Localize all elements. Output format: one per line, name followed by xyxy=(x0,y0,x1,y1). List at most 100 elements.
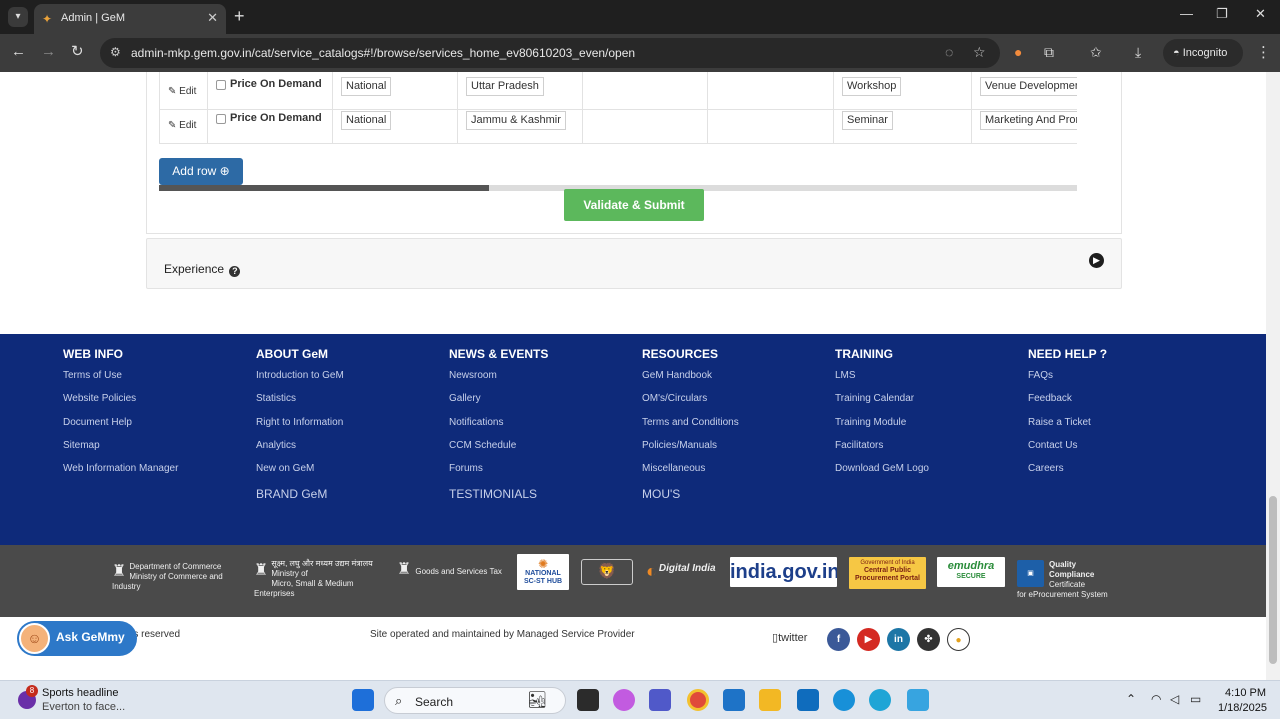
youtube-icon[interactable]: ▶ xyxy=(857,628,880,651)
footer-link[interactable]: Gallery xyxy=(449,390,639,413)
koo-icon[interactable]: ● xyxy=(947,628,970,651)
url-text[interactable]: admin-mkp.gem.gov.in/cat/service_catalog… xyxy=(131,46,635,60)
validate-submit-button[interactable]: Validate & Submit xyxy=(564,189,704,221)
state-field[interactable]: Uttar Pradesh xyxy=(466,77,544,96)
facebook-icon[interactable]: f xyxy=(827,628,850,651)
dept-commerce-logo[interactable]: ♜ Department of Commerce Ministry of Com… xyxy=(112,562,236,592)
service-field[interactable]: Venue Development xyxy=(980,77,1077,96)
minimize-button[interactable]: — xyxy=(1180,6,1193,21)
page-vertical-scrollbar[interactable] xyxy=(1266,72,1280,680)
footer-link[interactable]: Website Policies xyxy=(63,390,253,413)
ask-gemmy-chatbot-button[interactable]: ☺ Ask GeMmy xyxy=(17,621,137,656)
linkedin-icon[interactable]: in xyxy=(887,628,910,651)
wifi-icon[interactable]: ◠ xyxy=(1151,692,1161,706)
gst-logo[interactable]: ♜ Goods and Services Tax xyxy=(397,562,502,578)
footer-link[interactable]: Sitemap xyxy=(63,437,253,460)
category-field[interactable]: Workshop xyxy=(842,77,902,96)
footer-link[interactable]: Newsroom xyxy=(449,367,639,390)
clock[interactable]: 4:10 PM 1/18/2025 xyxy=(1218,686,1267,716)
footer-link[interactable]: Training Calendar xyxy=(835,390,1025,413)
community-icon[interactable]: ✤ xyxy=(917,628,940,651)
reload-icon[interactable]: ↻ xyxy=(71,43,84,61)
footer-link[interactable]: Training Module xyxy=(835,414,1025,437)
footer-link[interactable]: CCM Schedule xyxy=(449,437,639,460)
tab-search-chevron-icon[interactable]: ▾ xyxy=(8,7,28,27)
footer-link[interactable]: Feedback xyxy=(1028,390,1218,413)
make-in-india-lion-icon[interactable]: 🦁 xyxy=(581,559,633,585)
footer-link[interactable]: Terms of Use xyxy=(63,367,253,390)
copilot-icon[interactable] xyxy=(613,689,635,711)
emudhra-logo[interactable]: emudhra SECURE xyxy=(937,557,1005,587)
footer-link[interactable]: Raise a Ticket xyxy=(1028,414,1218,437)
service-field[interactable]: Marketing And Promotion xyxy=(980,111,1077,130)
edit-button[interactable]: ✎ Edit xyxy=(168,120,196,131)
footer-link[interactable]: Careers xyxy=(1028,460,1218,483)
cppp-logo[interactable]: Government of India Central Public Procu… xyxy=(849,557,926,589)
browser-tab-active[interactable]: ✦ Admin | GeM ✕ xyxy=(34,4,226,34)
edge-icon[interactable] xyxy=(869,689,891,711)
news-title[interactable]: Sports headline xyxy=(42,687,118,699)
footer-link[interactable]: Download GeM Logo xyxy=(835,460,1025,483)
chrome-icon[interactable] xyxy=(687,689,709,711)
footer-link[interactable]: Forums xyxy=(449,460,639,483)
volume-icon[interactable]: ◁ xyxy=(1170,692,1179,706)
state-field[interactable]: Jammu & Kashmir xyxy=(466,111,566,130)
footer-big-link[interactable]: TESTIMONIALS xyxy=(449,483,639,505)
footer-link[interactable]: New on GeM xyxy=(256,460,446,483)
eye-off-icon[interactable]: ◌ xyxy=(945,44,953,60)
msme-logo[interactable]: ♜ सूक्ष्म, लघु और मध्यम उद्यम मंत्रालय M… xyxy=(254,559,379,599)
table-scroll-thumb[interactable] xyxy=(159,185,490,191)
maximize-button[interactable]: ❐ xyxy=(1216,6,1228,22)
footer-big-link[interactable]: MOU'S xyxy=(642,483,832,505)
edit-button[interactable]: ✎ Edit xyxy=(168,86,196,97)
footer-link[interactable]: Terms and Conditions xyxy=(642,414,832,437)
store-icon[interactable] xyxy=(723,689,745,711)
add-row-button[interactable]: Add row ⊕ xyxy=(159,158,243,185)
footer-link[interactable]: LMS xyxy=(835,367,1025,390)
twitter-link[interactable]: ▯twitter xyxy=(772,631,807,644)
file-explorer-icon[interactable] xyxy=(759,689,781,711)
scope-field[interactable]: National xyxy=(341,77,392,96)
footer-link[interactable]: GeM Handbook xyxy=(642,367,832,390)
scope-field[interactable]: National xyxy=(341,111,392,130)
india-gov-logo[interactable]: india.gov.in xyxy=(730,557,837,587)
new-tab-button[interactable]: + xyxy=(234,6,245,26)
stqc-logo[interactable]: ▣ Quality Compliance Certificate for ePr… xyxy=(1017,560,1108,600)
footer-link[interactable]: Policies/Manuals xyxy=(642,437,832,460)
footer-link[interactable]: Analytics xyxy=(256,437,446,460)
incognito-badge[interactable]: ◓ Incognito xyxy=(1163,39,1243,67)
page-scroll-thumb[interactable] xyxy=(1269,496,1277,664)
more-menu-icon[interactable]: ⋮ xyxy=(1256,43,1271,61)
footer-link[interactable]: Contact Us xyxy=(1028,437,1218,460)
forward-arrow-icon[interactable]: → xyxy=(41,43,56,61)
extension-orange-icon[interactable]: ● xyxy=(1014,43,1022,61)
footer-link[interactable]: Facilitators xyxy=(835,437,1025,460)
start-windows-icon[interactable] xyxy=(352,689,374,711)
footer-link[interactable]: Statistics xyxy=(256,390,446,413)
footer-link[interactable]: Web Information Manager xyxy=(63,460,253,483)
news-subtitle[interactable]: Everton to face... xyxy=(42,701,125,713)
taskbar-search[interactable]: ⌕ Search 🏜 xyxy=(384,687,566,714)
site-info-icon[interactable]: ⚙ xyxy=(110,45,121,59)
tray-chevron-up-icon[interactable]: ⌃ xyxy=(1126,692,1136,706)
snipping-tool-icon[interactable] xyxy=(907,689,929,711)
category-field[interactable]: Seminar xyxy=(842,111,893,130)
footer-link[interactable]: Right to Information xyxy=(256,414,446,437)
help-icon[interactable]: ? xyxy=(229,266,241,277)
battery-icon[interactable]: ▭ xyxy=(1190,692,1201,706)
footer-link[interactable]: FAQs xyxy=(1028,367,1218,390)
scst-hub-logo[interactable]: ✺ NATIONAL SC-ST HUB xyxy=(517,554,569,590)
footer-link[interactable]: Notifications xyxy=(449,414,639,437)
back-arrow-icon[interactable]: ← xyxy=(11,43,26,61)
footer-link[interactable]: Miscellaneous xyxy=(642,460,832,483)
footer-link[interactable]: Document Help xyxy=(63,414,253,437)
footer-link[interactable]: OM's/Circulars xyxy=(642,390,832,413)
close-window-button[interactable]: ✕ xyxy=(1255,6,1266,22)
download-icon[interactable]: ⤓ xyxy=(1135,43,1141,61)
teams-icon[interactable] xyxy=(649,689,671,711)
app-blue-icon[interactable] xyxy=(833,689,855,711)
address-bar[interactable]: ⚙ admin-mkp.gem.gov.in/cat/service_catal… xyxy=(100,38,1000,68)
task-view-icon[interactable] xyxy=(577,689,599,711)
tab-close-icon[interactable]: ✕ xyxy=(207,10,218,26)
price-on-demand-checkbox[interactable] xyxy=(216,80,226,90)
